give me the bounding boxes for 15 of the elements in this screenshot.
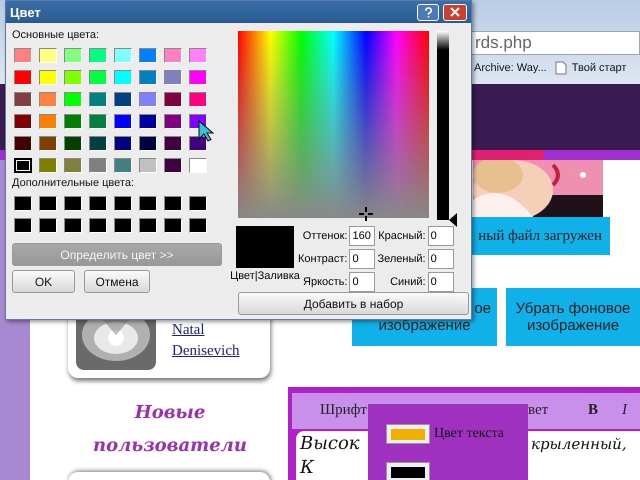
field-label: Красный: bbox=[377, 230, 426, 242]
field-label: Синий: bbox=[389, 276, 426, 288]
window-title: Цвет bbox=[10, 4, 41, 20]
section-label: Дополнительные цвета: bbox=[12, 177, 135, 191]
menu-label: Цвет текста bbox=[434, 426, 504, 442]
section-title: Новые пользователи bbox=[92, 401, 248, 458]
editor-text: крыленный, bbox=[531, 435, 627, 453]
field-label: Оттенок: bbox=[302, 230, 348, 242]
preview-label: Цвет|Заливка bbox=[230, 270, 300, 282]
field-label: Зеленый: bbox=[377, 253, 426, 265]
field-label: Яркость: bbox=[302, 276, 348, 288]
editor-text: К bbox=[300, 457, 314, 478]
section-label: Основные цвета: bbox=[12, 29, 100, 43]
editor-text: Высок bbox=[300, 433, 360, 454]
field-label: Контраст: bbox=[298, 253, 348, 265]
